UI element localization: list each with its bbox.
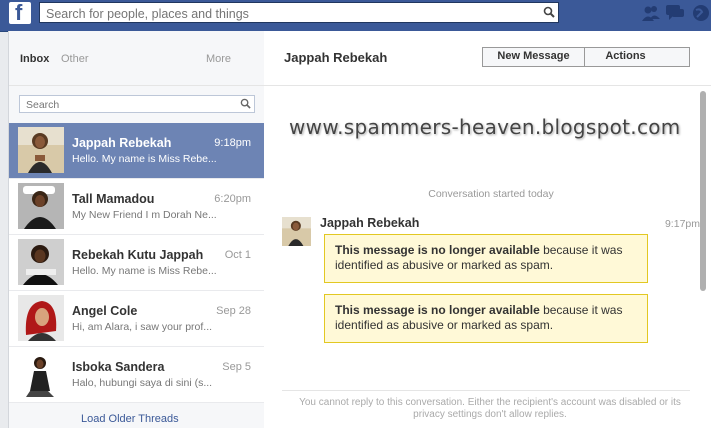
conversation-title: Jappah Rebekah [284, 50, 388, 65]
search-icon[interactable] [240, 98, 251, 109]
actions-button[interactable]: Actions [585, 48, 666, 66]
thread-snippet: Hi, am Alara, i saw your prof... [72, 321, 213, 333]
facebook-logo-icon[interactable]: f [9, 0, 31, 25]
thread-name: Rebekah Kutu Jappah [72, 248, 204, 262]
message-sender-name[interactable]: Jappah Rebekah [320, 216, 419, 230]
header-button-group: New Message Actions [482, 47, 690, 67]
avatar [18, 351, 64, 397]
thread-time: Sep 28 [216, 305, 251, 317]
thread-snippet: Hello. My name is Miss Rebe... [72, 265, 217, 277]
inbox-panel: Inbox Other More Jappah Rebekah 9:18pm H… [8, 31, 265, 428]
spam-notice: This message is no longer available beca… [324, 294, 648, 343]
thread-snippet: Halo, hubungi saya di sini (s... [72, 377, 213, 389]
thread-item[interactable]: Rebekah Kutu Jappah Oct 1 Hello. My name… [9, 235, 264, 291]
thread-name: Jappah Rebekah [72, 136, 172, 150]
tab-inbox[interactable]: Inbox [20, 53, 49, 65]
inbox-tabs: Inbox Other More [9, 31, 264, 86]
thread-snippet: Hello. My name is Miss Rebe... [72, 153, 217, 165]
messages-icon[interactable] [665, 4, 685, 22]
message-time: 9:17pm [664, 218, 700, 230]
conversation-panel: Jappah Rebekah New Message Actions www.s… [264, 31, 711, 428]
avatar [18, 295, 64, 341]
thread-name: Angel Cole [72, 304, 138, 318]
conversation-header: Jappah Rebekah New Message Actions [264, 31, 711, 86]
avatar [282, 217, 311, 246]
spam-notice: This message is no longer available beca… [324, 234, 648, 283]
friend-requests-icon[interactable] [641, 4, 661, 22]
thread-item[interactable]: Jappah Rebekah 9:18pm Hello. My name is … [9, 123, 264, 179]
spam-notice-title: This message is no longer available [335, 303, 540, 317]
thread-time: 9:18pm [214, 137, 251, 149]
thread-time: Sep 5 [222, 361, 251, 373]
avatar [18, 239, 64, 285]
reply-disabled-note: You cannot reply to this conversation. E… [299, 397, 681, 420]
thread-list: Jappah Rebekah 9:18pm Hello. My name is … [9, 123, 264, 403]
thread-name: Isboka Sandera [72, 360, 165, 374]
thread-name: Tall Mamadou [72, 192, 155, 206]
divider [282, 390, 690, 391]
tab-other[interactable]: Other [61, 53, 89, 65]
notification-icons [639, 4, 711, 24]
thread-item[interactable]: Isboka Sandera Sep 5 Halo, hubungi saya … [9, 347, 264, 403]
thread-snippet: My New Friend I m Dorah Ne... [72, 209, 217, 221]
scrollbar[interactable] [700, 91, 706, 291]
thread-item[interactable]: Tall Mamadou 6:20pm My New Friend I m Do… [9, 179, 264, 235]
thread-time: 6:20pm [214, 193, 251, 205]
thread-time: Oct 1 [224, 249, 251, 261]
search-icon[interactable] [543, 6, 555, 18]
watermark-text: www.spammers-heaven.blogspot.com [289, 115, 681, 139]
tab-more[interactable]: More [206, 53, 231, 65]
new-message-button[interactable]: New Message [483, 48, 585, 66]
global-search[interactable] [39, 2, 559, 23]
spam-notice-title: This message is no longer available [335, 243, 540, 257]
top-bar: f [0, 0, 711, 32]
conversation-started-label: Conversation started today [428, 188, 554, 200]
avatar [18, 183, 64, 229]
globe-icon[interactable] [691, 4, 711, 22]
load-older-threads-link[interactable]: Load Older Threads [81, 413, 179, 425]
thread-item[interactable]: Angel Cole Sep 28 Hi, am Alara, i saw yo… [9, 291, 264, 347]
inbox-search[interactable] [19, 95, 255, 113]
global-search-input[interactable] [44, 4, 538, 23]
avatar [18, 127, 64, 173]
inbox-search-input[interactable] [24, 97, 228, 113]
